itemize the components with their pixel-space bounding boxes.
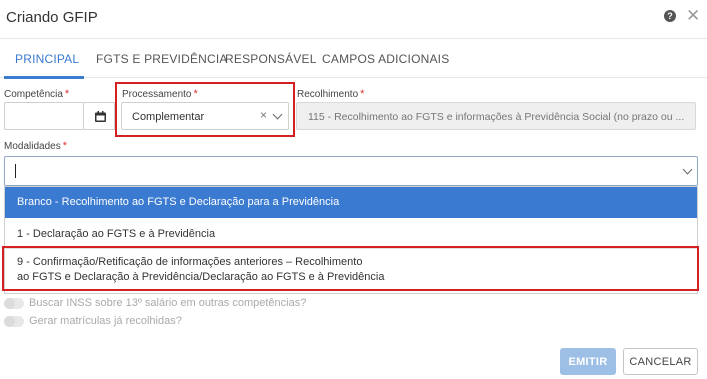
calendar-icon — [95, 111, 106, 122]
competencia-label: Competência * — [4, 88, 70, 100]
tab-campos-adicionais[interactable]: CAMPOS ADICIONAIS — [322, 52, 449, 66]
cancel-button[interactable]: CANCELAR — [623, 348, 698, 375]
calendar-button[interactable] — [84, 102, 115, 130]
close-icon[interactable]: ✕ — [686, 6, 700, 26]
help-icon[interactable]: ? — [664, 10, 676, 22]
chevron-down-icon[interactable] — [682, 164, 693, 175]
dialog-title: Criando GFIP — [6, 9, 98, 26]
toggle-gerar-matriculas-label: Gerar matrículas já recolhidas? — [29, 315, 182, 327]
recolhimento-label: Recolhimento * — [297, 88, 365, 100]
option-branco[interactable]: Branco - Recolhimento ao FGTS e Declaraç… — [5, 187, 697, 218]
toggle-gerar-matriculas[interactable] — [4, 316, 24, 327]
option-9-highlight — [2, 246, 699, 291]
text-caret — [15, 164, 16, 178]
active-tab-indicator — [4, 76, 84, 79]
tab-fgts-previdencia[interactable]: FGTS E PREVIDÊNCIA — [96, 52, 228, 66]
modalidades-label: Modalidades * — [4, 140, 67, 152]
competencia-input[interactable] — [4, 102, 84, 130]
modalidades-select[interactable] — [4, 156, 698, 186]
option-1[interactable]: 1 - Declaração ao FGTS e à Previdência — [5, 218, 697, 248]
toggle-buscar-inss[interactable] — [4, 298, 24, 309]
tab-principal[interactable]: PRINCIPAL — [15, 52, 79, 66]
toggle-buscar-inss-label: Buscar INSS sobre 13º salário em outras … — [29, 297, 307, 309]
tab-responsavel[interactable]: RESPONSÁVEL — [225, 52, 317, 66]
processamento-highlight — [115, 82, 295, 137]
tab-bar: PRINCIPAL FGTS E PREVIDÊNCIA RESPONSÁVEL… — [0, 38, 707, 79]
emitir-button[interactable]: EMITIR — [560, 348, 616, 375]
recolhimento-field: 115 - Recolhimento ao FGTS e informações… — [296, 102, 696, 130]
recolhimento-value: 115 - Recolhimento ao FGTS e informações… — [308, 111, 685, 123]
